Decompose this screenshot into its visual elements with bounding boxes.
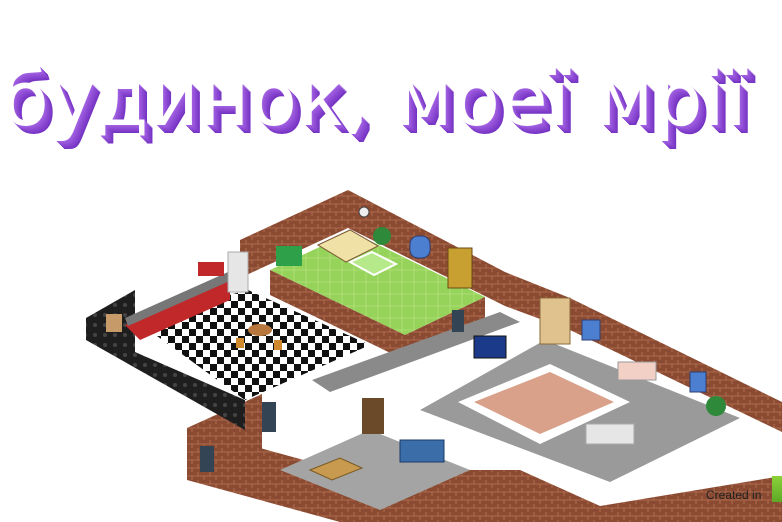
door-kitchen	[262, 402, 276, 432]
created-in-credit: Created in	[706, 488, 762, 502]
bookshelf	[447, 247, 473, 289]
door-bedroom	[452, 310, 464, 332]
wall-clock-icon	[358, 206, 370, 218]
living-room-couch	[585, 423, 635, 445]
front-bottom-wall	[187, 428, 782, 522]
bedroom-sofa	[276, 246, 302, 266]
bedroom-window	[409, 235, 431, 259]
living-room-sofa	[617, 361, 657, 381]
dining-chair-left	[236, 338, 244, 348]
kitchen-shelf	[198, 262, 224, 276]
living-room-plant-icon	[706, 396, 726, 416]
dining-chair-right	[274, 340, 282, 350]
kitchen-boxes	[106, 314, 122, 332]
bathroom-door	[362, 398, 384, 434]
app-logo-icon[interactable]	[772, 476, 782, 502]
tv-screen	[473, 335, 507, 359]
bathtub	[399, 439, 445, 463]
kitchen-fridge	[227, 251, 249, 293]
living-room-window-right	[689, 371, 707, 393]
door-left	[200, 446, 214, 472]
living-room-window	[581, 319, 601, 341]
living-room-bookshelf	[539, 297, 571, 345]
isometric-house-illustration	[86, 190, 782, 522]
plant-icon	[373, 227, 391, 245]
dining-table	[248, 324, 272, 336]
